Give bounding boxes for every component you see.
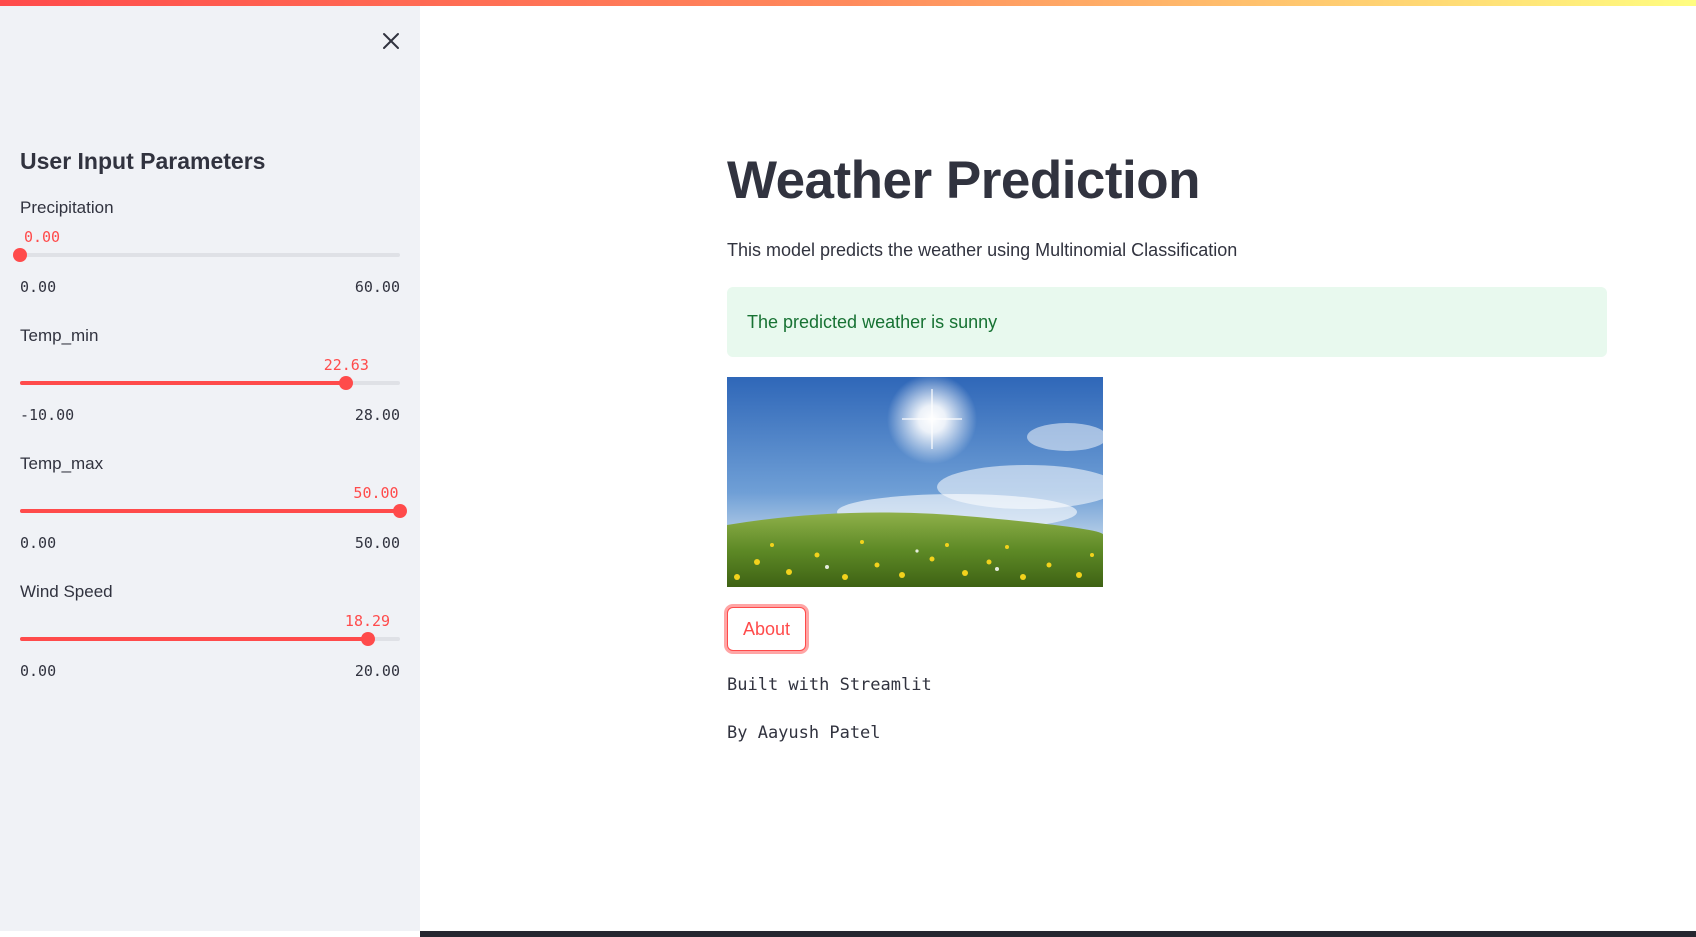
page-description: This model predicts the weather using Mu…: [727, 240, 1238, 260]
slider-temp-max: Temp_max 50.00 0.00 50.00: [20, 454, 407, 564]
slider-value: 18.29: [344, 612, 391, 630]
close-sidebar-button[interactable]: [376, 26, 406, 56]
author-text: By Aayush Patel: [727, 723, 881, 743]
slider-track[interactable]: [20, 253, 400, 257]
slider-fill: [20, 637, 368, 641]
slider-max: 60.00: [354, 278, 400, 296]
slider-track[interactable]: [20, 637, 400, 641]
slider-min: 0.00: [20, 662, 57, 680]
sidebar-title: User Input Parameters: [20, 148, 266, 174]
slider-max: 28.00: [354, 406, 400, 424]
prediction-result-alert: The predicted weather is sunny: [727, 287, 1607, 357]
slider-fill: [20, 381, 347, 385]
built-with-text: Built with Streamlit: [727, 675, 932, 695]
slider-label: Temp_min: [20, 326, 99, 345]
slider-min: -10.00: [20, 406, 75, 424]
slider-thumb[interactable]: [393, 504, 407, 518]
slider-temp-min: Temp_min 22.63 -10.00 28.00: [20, 326, 400, 436]
slider-value: 0.00: [23, 228, 61, 246]
slider-value: 50.00: [353, 484, 399, 502]
slider-label: Precipitation: [20, 198, 114, 217]
sidebar: User Input Parameters Precipitation 0.00…: [0, 6, 420, 931]
slider-wind-speed: Wind Speed 18.29 0.00 20.00: [20, 582, 400, 692]
about-button[interactable]: About: [727, 607, 807, 651]
sunny-weather-image: [727, 377, 1103, 587]
slider-max: 50.00: [354, 534, 400, 552]
slider-precipitation: Precipitation 0.00 0.00 60.00: [13, 198, 400, 308]
page-title: Weather Prediction: [727, 151, 1201, 210]
slider-thumb[interactable]: [13, 248, 27, 262]
close-icon: [383, 33, 399, 49]
slider-thumb[interactable]: [360, 632, 375, 646]
slider-min: 0.00: [20, 278, 57, 296]
slider-track[interactable]: [20, 509, 400, 513]
slider-label: Temp_max: [20, 454, 104, 473]
slider-value: 22.63: [323, 356, 369, 374]
slider-label: Wind Speed: [20, 582, 113, 601]
prediction-result-text: The predicted weather is sunny: [747, 311, 998, 332]
slider-thumb[interactable]: [339, 376, 354, 390]
slider-min: 0.00: [20, 534, 57, 552]
slider-fill: [20, 509, 400, 513]
slider-max: 20.00: [354, 662, 400, 680]
window-bottom-border: [420, 931, 1696, 937]
main-content: Weather Prediction This model predicts t…: [727, 0, 1607, 937]
